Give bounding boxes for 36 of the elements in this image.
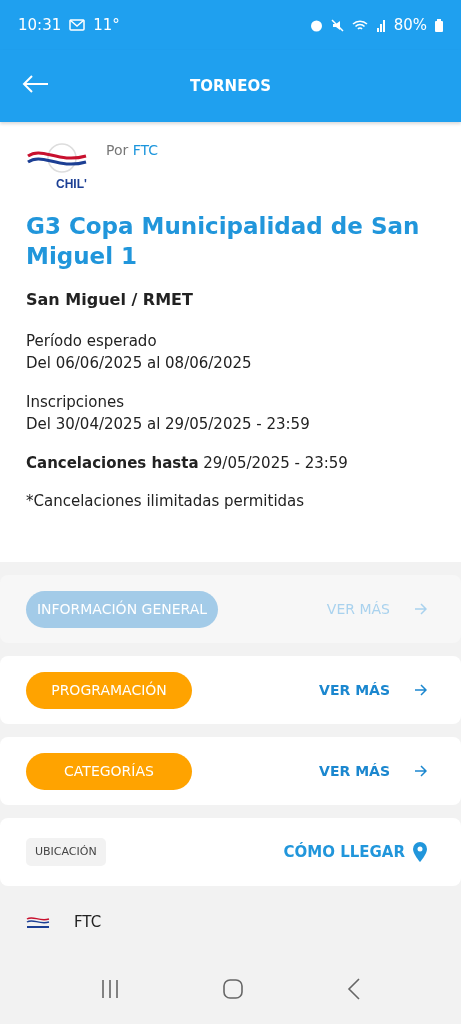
period-label: Período esperado [26, 330, 158, 352]
temperature: 11° [93, 14, 120, 36]
federation-logo: CHIL' [26, 140, 90, 198]
section-pill[interactable]: PROGRAMACIÓN [26, 671, 192, 709]
cancellation-deadline: Cancelaciones hasta 29/05/2025 - 23:59 [26, 452, 349, 474]
arrow-right-icon [414, 765, 427, 777]
page-title: TORNEOS [190, 75, 271, 97]
registration-dates: Del 30/04/2025 al 29/05/2025 - 23:59 [26, 414, 311, 436]
back-arrow-icon[interactable] [22, 74, 49, 94]
see-more-link[interactable]: VER MÁS [313, 759, 433, 783]
location-tag: UBICACIÓN [26, 837, 106, 867]
location-pin-icon [413, 842, 427, 862]
home-icon[interactable] [223, 979, 244, 999]
tournament-title: G3 Copa Municipalidad de San Miguel 1 [26, 212, 421, 271]
tournament-location: San Miguel / RMET [26, 288, 194, 311]
mute-icon [330, 18, 344, 32]
cancellation-note: *Cancelaciones ilimitadas permitidas [26, 491, 306, 513]
battery-level: 80% [393, 14, 427, 36]
wifi-icon [351, 18, 368, 32]
battery-icon [435, 18, 443, 32]
mail-icon [69, 19, 86, 31]
period-dates: Del 06/06/2025 al 08/06/2025 [26, 353, 253, 375]
clock: 10:31 [18, 14, 62, 36]
arrow-right-icon [414, 684, 427, 696]
recent-apps-icon[interactable] [99, 979, 120, 999]
registration-label: Inscripciones [26, 391, 125, 413]
see-more-link[interactable]: VER MÁS [313, 678, 433, 702]
directions-link[interactable]: CÓMO LLEGAR [277, 839, 433, 865]
section-pill[interactable]: CATEGORÍAS [26, 752, 192, 790]
organizer-name: FTC [74, 911, 102, 933]
signal-icon [375, 18, 386, 32]
federation-logo [26, 915, 50, 929]
alarm-icon [309, 18, 323, 32]
arrow-right-icon [414, 603, 427, 615]
organizer-line: Por FTC [106, 141, 159, 160]
back-icon[interactable] [347, 978, 362, 1000]
